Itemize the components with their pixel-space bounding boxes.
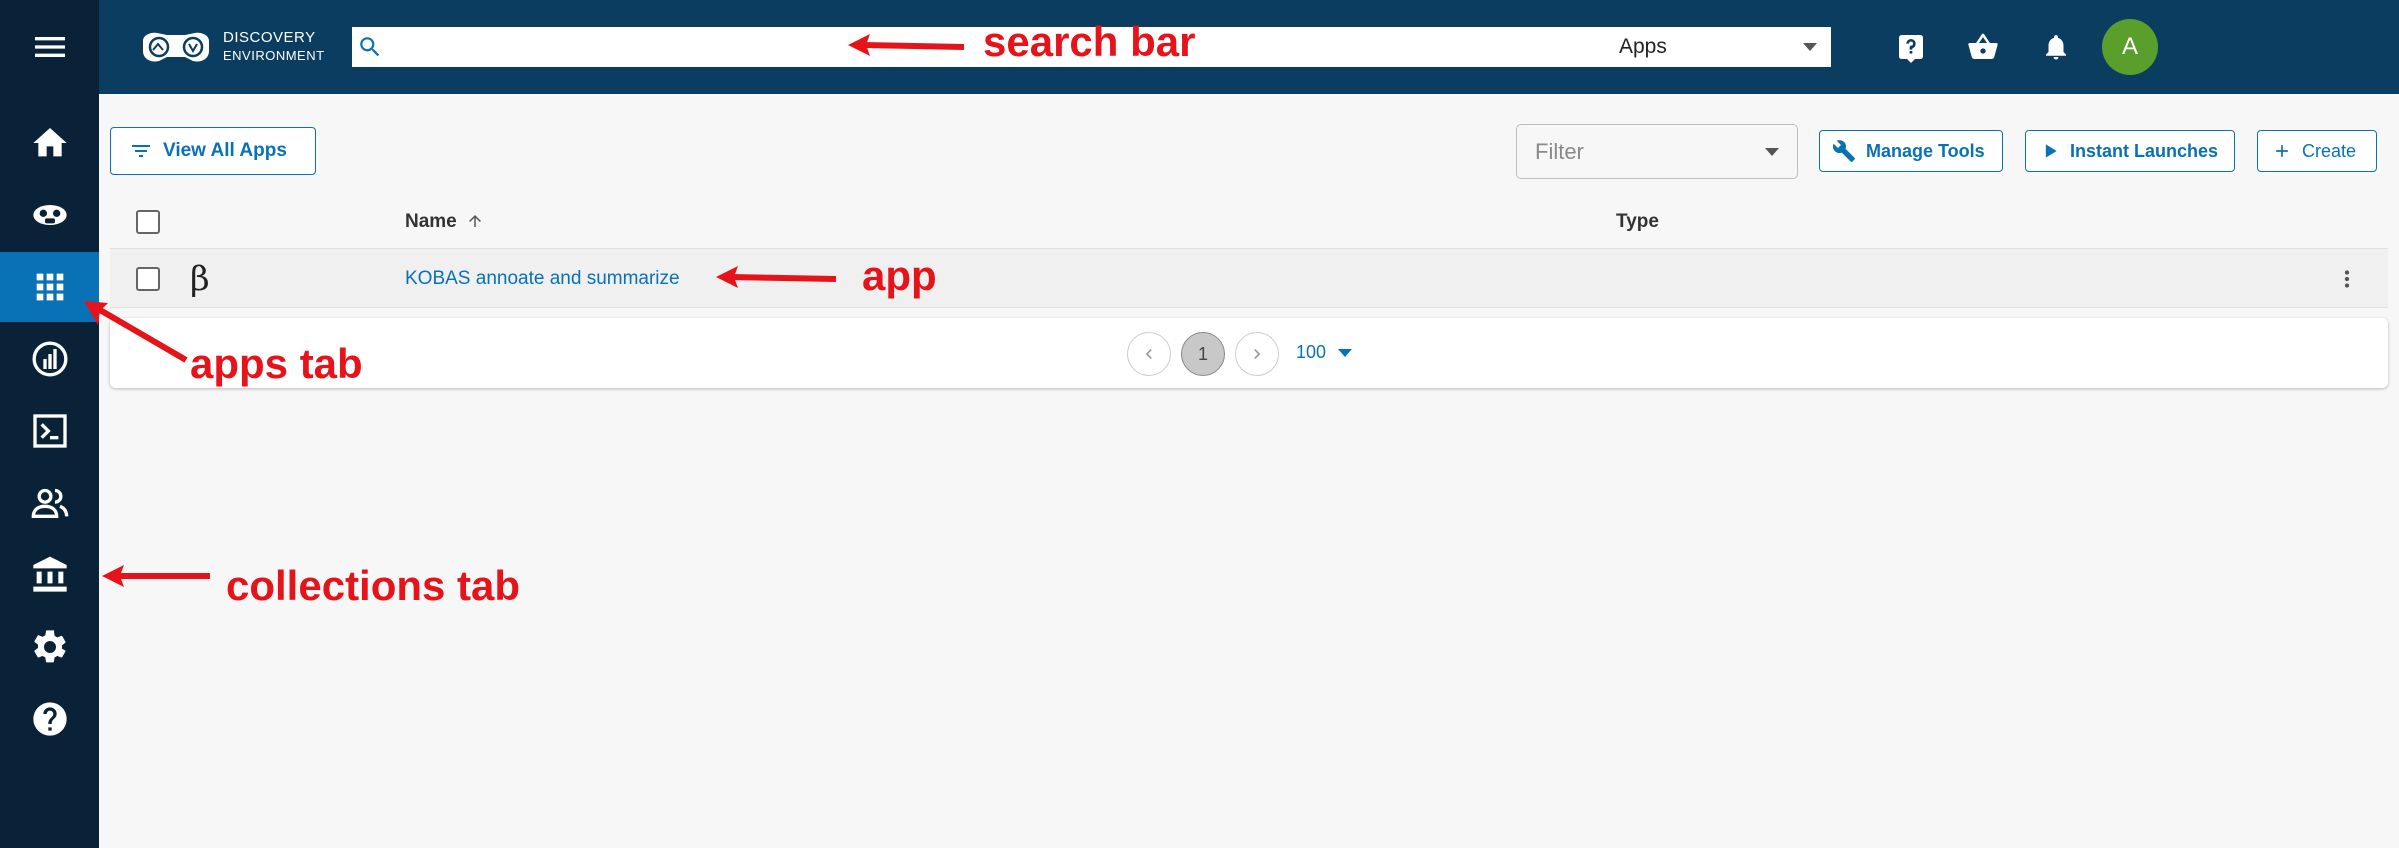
table-row[interactable]: β KOBAS annoate and summarize (110, 248, 2388, 308)
annotation-app: app (862, 252, 937, 299)
avatar[interactable]: A (2102, 19, 2158, 75)
row-menu-button[interactable] (2332, 264, 2362, 294)
home-icon (32, 128, 67, 157)
annotation-collections-tab: collections tab (226, 562, 521, 609)
arrow-up-left-icon (84, 301, 188, 363)
chevron-right-icon (1254, 349, 1261, 359)
column-header-name[interactable]: Name (405, 211, 484, 233)
sidebar-item-help[interactable] (0, 684, 99, 754)
menu-button[interactable] (0, 0, 99, 94)
gear-icon (33, 630, 66, 663)
sidebar-item-collections[interactable] (0, 540, 99, 610)
sidebar-item-home[interactable] (0, 108, 99, 178)
chevron-down-icon (1338, 348, 1353, 357)
view-all-apps-label: View All Apps (163, 140, 287, 161)
help-icon (32, 702, 67, 736)
logo-text: DISCOVERY ENVIRONMENT (223, 29, 325, 65)
logo[interactable]: DISCOVERY ENVIRONMENT (139, 22, 325, 72)
analyses-icon (32, 341, 67, 377)
column-header-type[interactable]: Type (1616, 211, 1659, 233)
annotation-apps-tab: apps tab (190, 340, 363, 387)
sidebar-item-settings[interactable] (0, 612, 99, 682)
chevron-down-icon (1765, 147, 1779, 156)
teams-icon (31, 488, 68, 518)
app-name-link[interactable]: KOBAS annoate and summarize (405, 268, 680, 290)
filter-placeholder: Filter (1535, 138, 1584, 164)
sidebar-item-data[interactable] (0, 180, 99, 250)
page-size-select[interactable]: 100 (1296, 342, 1353, 363)
instant-launches-button[interactable]: Instant Launches (2025, 130, 2235, 172)
prev-page-button[interactable] (1127, 332, 1171, 376)
filter-list-icon (132, 145, 150, 157)
arrow-left-icon (102, 565, 210, 587)
arrow-left-icon (716, 266, 837, 288)
help-question-icon (1899, 35, 1923, 63)
plus-icon (2276, 145, 2288, 157)
select-all-checkbox[interactable] (136, 210, 160, 234)
logo-line1: DISCOVERY (223, 29, 316, 46)
bell-icon (2046, 35, 2066, 60)
search-icon[interactable] (352, 27, 388, 67)
annotation-search-bar: search bar (983, 18, 1196, 65)
current-page[interactable]: 1 (1181, 332, 1225, 376)
arrow-left-icon (848, 34, 965, 56)
sidebar (0, 0, 99, 848)
create-button[interactable]: Create (2257, 130, 2377, 172)
filter-select[interactable]: Filter (1516, 124, 1798, 179)
sort-arrow-up-icon (469, 215, 482, 227)
apps-grid-icon (36, 273, 63, 301)
terminal-icon (32, 414, 67, 448)
create-label: Create (2302, 140, 2357, 161)
table-header: Name Type (110, 196, 2388, 248)
view-all-apps-button[interactable]: View All Apps (110, 127, 316, 175)
chevron-down-icon (1803, 43, 1817, 51)
hamburger-icon (34, 37, 65, 57)
manage-tools-button[interactable]: Manage Tools (1819, 130, 2003, 172)
wrench-icon (1832, 140, 1855, 162)
notifications-button[interactable] (2036, 27, 2076, 67)
cart-button[interactable] (1963, 27, 2003, 67)
pagination: 1 100 (110, 318, 2388, 388)
app-root: { "header": { "logo_line1": "DISCOVERY",… (0, 0, 2399, 848)
column-header-name-label: Name (405, 211, 457, 232)
top-bar: DISCOVERY ENVIRONMENT Apps A (99, 0, 2399, 94)
sidebar-item-vice[interactable] (0, 396, 99, 466)
beta-badge: β (190, 259, 210, 299)
logo-line2: ENVIRONMENT (223, 48, 325, 63)
instant-launches-label: Instant Launches (2070, 140, 2219, 161)
search-scope-select[interactable]: Apps (1589, 27, 1831, 67)
row-checkbox[interactable] (136, 267, 160, 291)
discovery-logo-icon (143, 32, 209, 62)
manage-tools-label: Manage Tools (1866, 140, 1985, 161)
data-icon (32, 205, 67, 225)
page-size-value: 100 (1296, 342, 1327, 362)
collections-icon (32, 556, 67, 592)
play-icon (2045, 144, 2057, 158)
search-scope-value: Apps (1619, 35, 1667, 58)
help-button[interactable] (1891, 27, 1931, 67)
basket-icon (1968, 33, 1998, 59)
more-vert-icon (2344, 270, 2350, 288)
chevron-left-icon (1145, 349, 1152, 359)
next-page-button[interactable] (1235, 332, 1279, 376)
sidebar-item-teams[interactable] (0, 468, 99, 538)
